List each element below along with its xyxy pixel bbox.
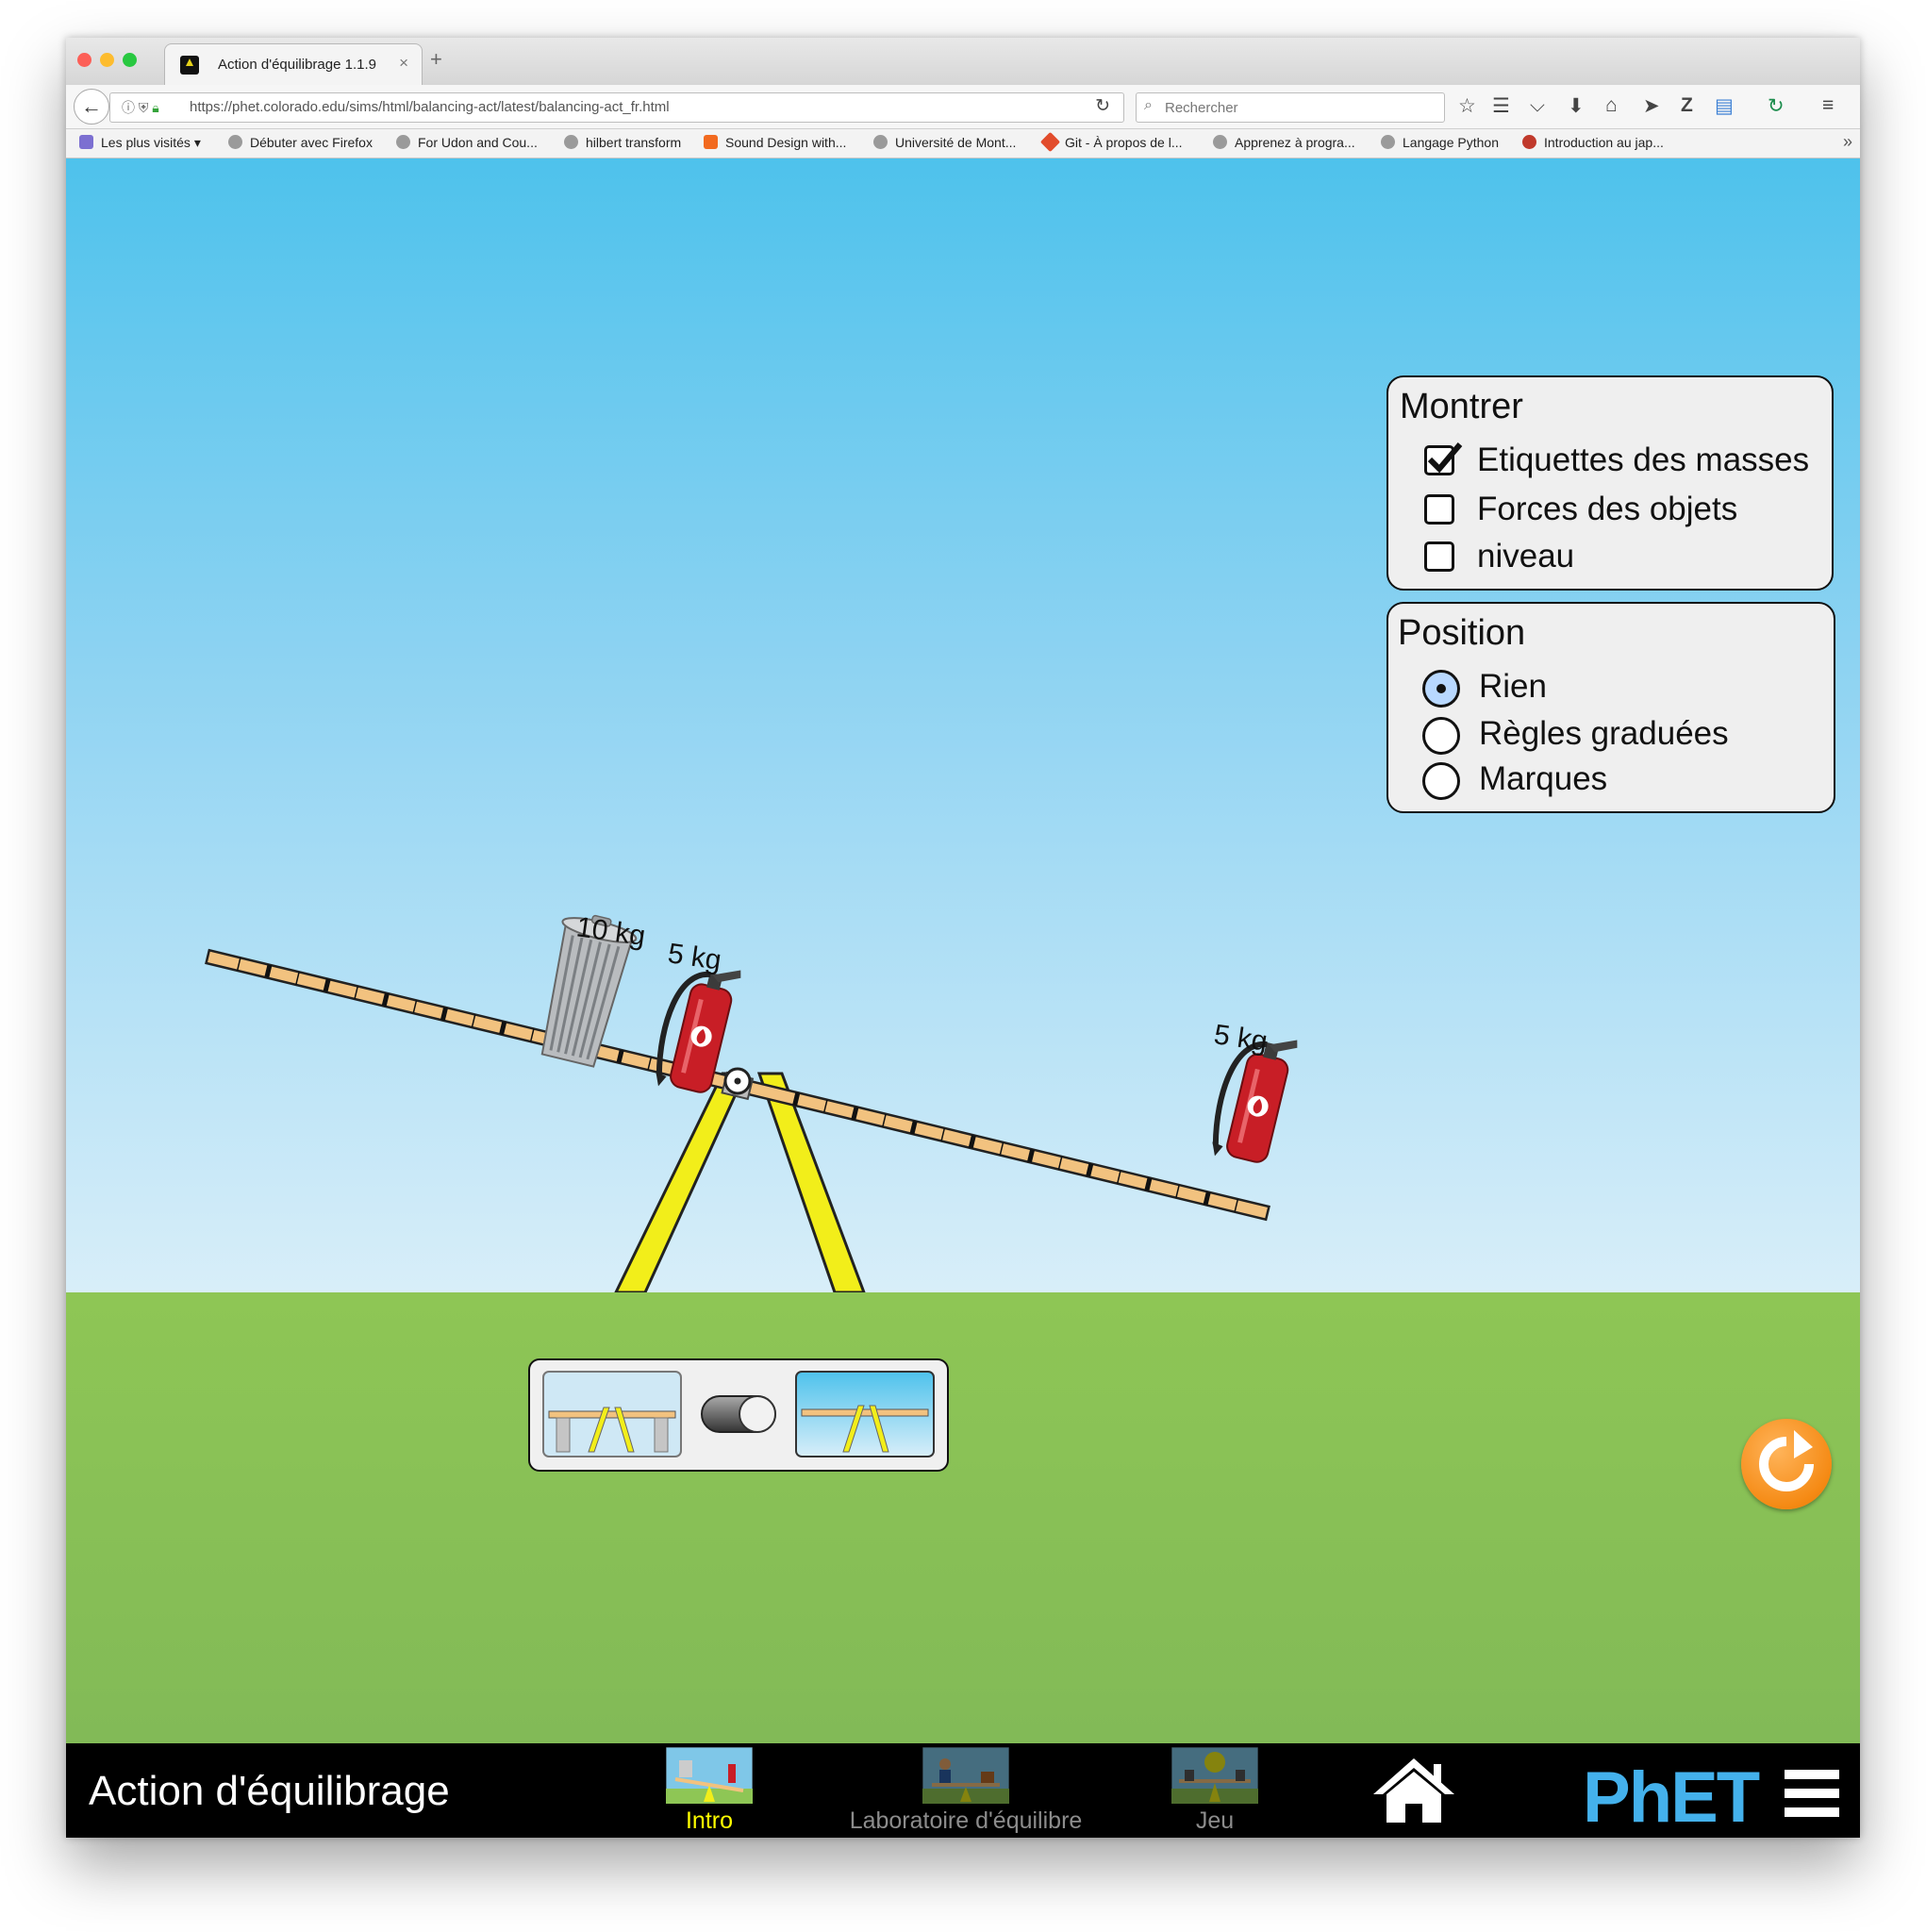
rulers-radio[interactable]: [1422, 717, 1460, 755]
game-screen-icon: [1171, 1747, 1258, 1804]
balance-lab-screen-icon: [922, 1747, 1009, 1804]
supports-off-icon[interactable]: [795, 1371, 935, 1457]
supports-on-icon[interactable]: [542, 1371, 682, 1457]
level-option[interactable]: niveau: [1477, 538, 1574, 575]
screen-label-intro: Intro: [685, 1807, 734, 1834]
forces-checkbox[interactable]: [1424, 494, 1454, 525]
none-option[interactable]: Rien: [1479, 668, 1547, 706]
sim-navigation-bar: Action d'équilibrage Intro Laboratoire d…: [66, 1743, 1860, 1838]
screen-label-balance-lab: Laboratoire d'équilibre: [849, 1807, 1083, 1834]
position-panel-title: Position: [1398, 613, 1526, 653]
none-radio[interactable]: [1422, 670, 1460, 708]
show-panel-title: Montrer: [1400, 387, 1523, 426]
reset-all-button[interactable]: [1741, 1419, 1832, 1509]
phet-menu-icon[interactable]: [1785, 1770, 1839, 1819]
support-toggle-panel: [528, 1358, 949, 1472]
forces-option[interactable]: Forces des objets: [1477, 491, 1737, 528]
pivot: [723, 1067, 752, 1095]
mass-labels-checkbox[interactable]: [1424, 442, 1463, 475]
support-toggle-graphics: [542, 1371, 935, 1457]
phet-logo[interactable]: PhET: [1583, 1757, 1760, 1838]
screen-label-game: Jeu: [1195, 1807, 1235, 1834]
position-panel: Position Rien Règles graduées Marques: [1386, 602, 1835, 813]
mass-labels-option[interactable]: Etiquettes des masses: [1477, 441, 1809, 479]
browser-window: Action d'équilibrage 1.1.9 × + ← ⓘ ⛨ 🔒︎ …: [66, 38, 1860, 1838]
home-button-icon[interactable]: [1371, 1755, 1456, 1826]
checkmark-icon: [1427, 442, 1463, 474]
intro-screen-icon: [666, 1747, 753, 1804]
rulers-option[interactable]: Règles graduées: [1479, 715, 1729, 753]
marks-option[interactable]: Marques: [1479, 760, 1607, 798]
show-panel: Montrer Etiquettes des masses Forces des…: [1386, 375, 1834, 591]
reset-icon: [1759, 1430, 1814, 1491]
ground: [66, 1292, 1860, 1743]
marks-radio[interactable]: [1422, 762, 1460, 800]
mass-label: 5 kg: [666, 938, 723, 976]
level-checkbox[interactable]: [1424, 541, 1454, 572]
sim-title: Action d'équilibrage: [89, 1768, 450, 1814]
mass-label: 5 kg: [1212, 1019, 1270, 1058]
support-toggle-switch[interactable]: [701, 1395, 776, 1433]
